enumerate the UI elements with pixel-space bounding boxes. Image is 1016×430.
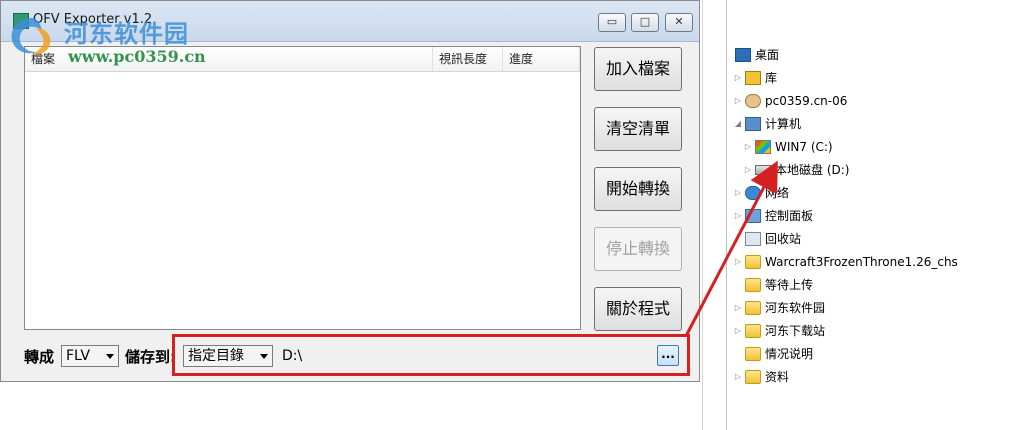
control-panel-icon <box>745 209 761 223</box>
tree-item-label: 计算机 <box>765 117 802 131</box>
tree-item-label: 河东下载站 <box>765 324 826 338</box>
add-files-button[interactable]: 加入檔案 <box>594 47 682 91</box>
tree-item-label: 网络 <box>765 186 790 200</box>
computer-icon <box>745 117 761 131</box>
tree-item-label: 回收站 <box>765 232 802 246</box>
start-convert-button[interactable]: 開始轉換 <box>594 167 682 211</box>
expand-arrow-icon[interactable]: ▷ <box>733 182 743 204</box>
maximize-button[interactable]: □ <box>631 13 659 32</box>
watermark-site-name: 河东软件园 <box>64 20 189 48</box>
close-button[interactable]: ✕ <box>665 13 693 32</box>
format-select[interactable]: FLV <box>61 345 119 367</box>
watermark-logo-icon <box>11 18 51 55</box>
folder-icon <box>745 370 761 384</box>
library-icon <box>745 71 761 85</box>
stop-convert-button[interactable]: 停止轉換 <box>594 227 682 271</box>
folder-icon <box>745 278 761 292</box>
convert-to-label: 轉成 <box>24 348 55 366</box>
minimize-button[interactable]: ▭ <box>598 13 626 32</box>
network-icon <box>745 186 761 200</box>
chevron-down-icon <box>106 354 114 359</box>
format-select-value: FLV <box>66 348 90 364</box>
drive-icon <box>755 165 771 175</box>
tree-item-label: 资料 <box>765 370 790 384</box>
column-header-progress[interactable]: 進度 <box>503 47 580 71</box>
collapse-arrow-icon[interactable]: ◢ <box>733 113 743 135</box>
folder-icon <box>745 255 761 269</box>
folder-icon <box>745 324 761 338</box>
expand-arrow-icon[interactable]: ▷ <box>733 90 743 112</box>
expand-arrow-icon[interactable]: ▷ <box>733 67 743 89</box>
expand-arrow-icon[interactable]: ▷ <box>733 205 743 227</box>
tree-item-label: 控制面板 <box>765 209 814 223</box>
explorer-tree: 桌面 ▷ 库 ▷ pc0359.cn-06 ◢ 计算机 ▷ WIN7 (C:) … <box>726 0 1016 430</box>
system-drive-icon <box>755 140 771 154</box>
tree-item-label: 等待上传 <box>765 278 814 292</box>
expand-arrow-icon[interactable]: ▷ <box>743 136 753 158</box>
file-list[interactable]: 檔案 視訊長度 進度 <box>24 46 581 330</box>
user-folder-icon <box>745 94 761 108</box>
expand-arrow-icon[interactable]: ▷ <box>733 320 743 342</box>
clear-list-button[interactable]: 清空清單 <box>594 107 682 151</box>
column-header-duration[interactable]: 視訊長度 <box>433 47 503 71</box>
about-button[interactable]: 關於程式 <box>594 287 682 331</box>
save-to-label: 儲存到: <box>125 348 176 366</box>
tree-item-label: 桌面 <box>755 48 780 62</box>
expand-arrow-icon[interactable]: ▷ <box>733 366 743 388</box>
folder-icon <box>745 347 761 361</box>
highlight-box <box>172 334 690 376</box>
tree-item-label: WIN7 (C:) <box>775 140 833 154</box>
recycle-bin-icon <box>745 232 761 246</box>
tree-item-label: 河东软件园 <box>765 301 826 315</box>
tree-item-label: 库 <box>765 71 778 85</box>
tree-item-label: 情况说明 <box>765 347 814 361</box>
tree-item-label: pc0359.cn-06 <box>765 94 848 108</box>
window-edge <box>702 0 727 430</box>
expand-arrow-icon[interactable]: ▷ <box>733 297 743 319</box>
expand-arrow-icon[interactable]: ▷ <box>743 159 753 181</box>
watermark-site-url: www.pc0359.cn <box>68 47 206 66</box>
tree-item-label: Warcraft3FrozenThrone1.26_chs <box>765 255 958 269</box>
expand-arrow-icon[interactable]: ▷ <box>733 251 743 273</box>
desktop-icon <box>735 48 751 62</box>
folder-icon <box>745 301 761 315</box>
tree-item-label: 本地磁盘 (D:) <box>775 163 850 177</box>
